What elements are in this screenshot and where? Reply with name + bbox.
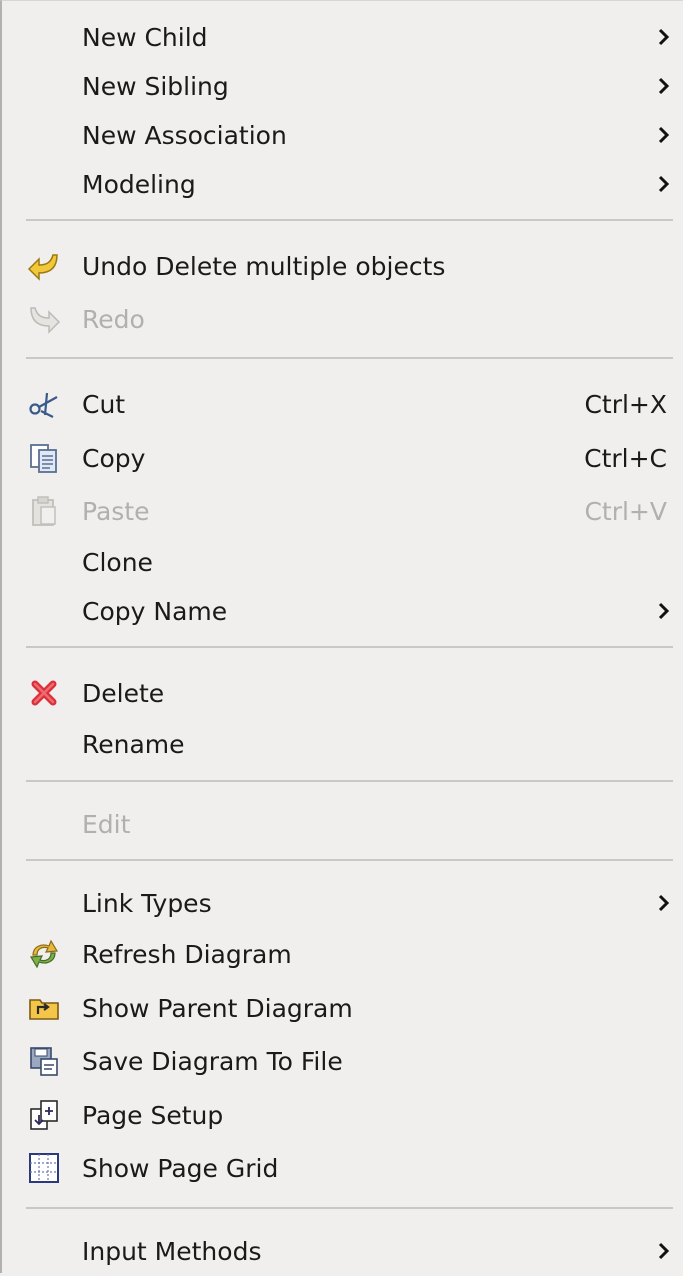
chevron-right-icon bbox=[658, 28, 670, 46]
menu-item-label: Input Methods bbox=[82, 1236, 262, 1266]
menu-item-label: Save Diagram To File bbox=[82, 1046, 343, 1076]
menu-item-label: New Sibling bbox=[82, 71, 229, 101]
menu-item-clone[interactable]: Clone bbox=[4, 537, 683, 587]
menu-item-rename[interactable]: Rename bbox=[4, 719, 683, 769]
shortcut-label: Ctrl+V bbox=[584, 496, 667, 526]
menu-item-save-diagram-to-file[interactable]: Save Diagram To File bbox=[4, 1036, 683, 1086]
chevron-right-icon bbox=[658, 126, 670, 144]
scissors-icon bbox=[26, 386, 62, 422]
menu-item-label: Undo Delete multiple objects bbox=[82, 251, 446, 281]
shortcut-label: Ctrl+X bbox=[584, 389, 667, 419]
menu-separator bbox=[26, 859, 673, 861]
menu-item-label: Page Setup bbox=[82, 1100, 224, 1130]
shortcut-label: Ctrl+C bbox=[584, 443, 667, 473]
menu-item-label: Copy Name bbox=[82, 596, 228, 626]
menu-item-page-setup[interactable]: Page Setup bbox=[4, 1090, 683, 1140]
chevron-right-icon bbox=[658, 77, 670, 95]
menu-item-label: Redo bbox=[82, 304, 145, 334]
menu-item-new-sibling[interactable]: New Sibling bbox=[4, 61, 683, 111]
menu-item-label: New Association bbox=[82, 120, 287, 150]
menu-item-paste[interactable]: Paste Ctrl+V bbox=[4, 486, 683, 536]
menu-separator bbox=[26, 646, 673, 648]
menu-item-label: Show Page Grid bbox=[82, 1153, 279, 1183]
red-x-icon bbox=[26, 675, 62, 711]
menu-item-undo[interactable]: Undo Delete multiple objects bbox=[4, 241, 683, 291]
menu-item-edit[interactable]: Edit bbox=[4, 799, 683, 849]
menu-item-label: Clone bbox=[82, 547, 153, 577]
chevron-right-icon bbox=[658, 175, 670, 193]
undo-arrow-icon bbox=[26, 248, 62, 284]
menu-item-refresh-diagram[interactable]: Refresh Diagram bbox=[4, 929, 683, 979]
floppy-disk-icon bbox=[26, 1043, 62, 1079]
menu-item-label: New Child bbox=[82, 22, 208, 52]
menu-separator bbox=[26, 219, 673, 221]
menu-separator bbox=[26, 780, 673, 782]
menu-item-label: Cut bbox=[82, 389, 126, 419]
menu-item-label: Show Parent Diagram bbox=[82, 993, 353, 1023]
grid-icon bbox=[26, 1150, 62, 1186]
menu-item-link-types[interactable]: Link Types bbox=[4, 878, 683, 928]
menu-item-label: Refresh Diagram bbox=[82, 939, 292, 969]
menu-item-label: Copy bbox=[82, 443, 146, 473]
menu-item-show-parent-diagram[interactable]: Show Parent Diagram bbox=[4, 983, 683, 1033]
menu-item-label: Edit bbox=[82, 809, 131, 839]
menu-item-input-methods[interactable]: Input Methods bbox=[4, 1226, 683, 1276]
menu-item-label: Delete bbox=[82, 678, 165, 708]
menu-item-label: Paste bbox=[82, 496, 150, 526]
refresh-arrows-icon bbox=[26, 936, 62, 972]
menu-item-cut[interactable]: Cut Ctrl+X bbox=[4, 379, 683, 429]
menu-item-delete[interactable]: Delete bbox=[4, 668, 683, 718]
menu-item-label: Link Types bbox=[82, 888, 212, 918]
menu-item-copy-name[interactable]: Copy Name bbox=[4, 586, 683, 636]
menu-item-show-page-grid[interactable]: Show Page Grid bbox=[4, 1143, 683, 1193]
page-setup-icon bbox=[26, 1097, 62, 1133]
redo-arrow-icon bbox=[26, 301, 62, 337]
menu-item-modeling[interactable]: Modeling bbox=[4, 159, 683, 209]
menu-separator bbox=[26, 357, 673, 359]
chevron-right-icon bbox=[658, 1242, 670, 1260]
menu-item-redo[interactable]: Redo bbox=[4, 294, 683, 344]
menu-item-label: Modeling bbox=[82, 169, 196, 199]
folder-up-icon bbox=[26, 990, 62, 1026]
chevron-right-icon bbox=[658, 894, 670, 912]
menu-item-new-child[interactable]: New Child bbox=[4, 12, 683, 62]
clipboard-icon bbox=[26, 493, 62, 529]
menu-item-label: Rename bbox=[82, 729, 185, 759]
chevron-right-icon bbox=[658, 602, 670, 620]
context-menu: New Child New Sibling New Association Mo… bbox=[0, 0, 683, 1273]
menu-item-copy[interactable]: Copy Ctrl+C bbox=[4, 433, 683, 483]
menu-item-new-association[interactable]: New Association bbox=[4, 110, 683, 160]
menu-separator bbox=[26, 1207, 673, 1209]
copy-document-icon bbox=[26, 440, 62, 476]
